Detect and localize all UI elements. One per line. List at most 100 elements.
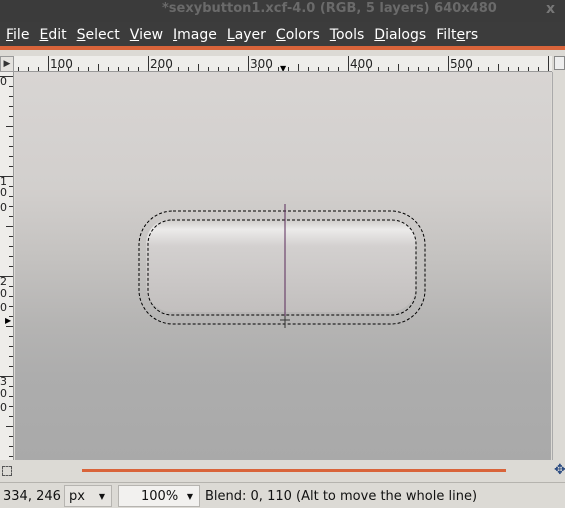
menu-select[interactable]: Select — [77, 27, 120, 43]
v-ruler-tick — [9, 316, 13, 317]
vertical-ruler[interactable]: 0 1 0 0 2 0 0 3 0 0 ▶ — [0, 72, 14, 460]
v-ruler-tick — [9, 146, 13, 147]
image-canvas[interactable] — [15, 72, 551, 460]
v-ruler-label: 0 — [0, 75, 7, 88]
v-ruler-tick — [9, 386, 13, 387]
h-ruler-tick — [508, 67, 509, 71]
menu-image[interactable]: Image — [173, 27, 217, 43]
h-ruler-tick — [158, 67, 159, 71]
h-ruler-tick — [78, 67, 79, 71]
h-ruler-tick — [538, 67, 539, 71]
v-ruler-tick — [6, 326, 13, 327]
h-ruler-tick — [338, 67, 339, 71]
menu-colors[interactable]: Colors — [276, 27, 320, 43]
v-ruler-tick — [9, 456, 13, 457]
h-ruler-tick — [308, 67, 309, 71]
h-ruler-tick — [178, 67, 179, 71]
zoom-selector[interactable]: 100% ▼ — [118, 485, 200, 507]
menu-bar: File Edit Select View Image Layer Colors… — [0, 22, 565, 50]
h-ruler-tick — [488, 67, 489, 71]
v-ruler-label: 0 — [0, 401, 7, 414]
h-ruler-tick — [238, 67, 239, 71]
v-ruler-tick — [9, 306, 13, 307]
h-ruler-tick — [398, 64, 399, 71]
h-ruler-tick — [118, 67, 119, 71]
v-ruler-label: 0 — [0, 301, 7, 314]
v-ruler-tick — [9, 446, 13, 447]
h-ruler-tick — [248, 56, 249, 71]
h-ruler-tick — [218, 67, 219, 71]
menu-filters[interactable]: Filters — [436, 27, 478, 43]
vertical-scrollbar[interactable] — [552, 72, 565, 460]
close-icon[interactable]: x — [546, 0, 555, 18]
h-ruler-tick — [428, 67, 429, 71]
unit-selector[interactable]: px ▼ — [64, 485, 112, 507]
h-ruler-tick — [368, 67, 369, 71]
h-ruler-tick — [358, 67, 359, 71]
v-ruler-tick — [0, 376, 13, 377]
ruler-corner-menu-button[interactable]: ▶ — [0, 56, 14, 72]
status-message: Blend: 0, 110 (Alt to move the whole lin… — [205, 489, 478, 504]
v-ruler-tick — [9, 116, 13, 117]
dropdown-arrow-icon: ▼ — [186, 492, 193, 501]
h-ruler-tick — [48, 56, 49, 71]
v-ruler-label: 0 — [0, 186, 7, 199]
menu-layer[interactable]: Layer — [227, 27, 266, 43]
v-ruler-tick — [9, 366, 13, 367]
h-ruler-tick — [458, 67, 459, 71]
v-ruler-tick — [9, 256, 13, 257]
unit-value: px — [69, 489, 85, 504]
quick-mask-icon[interactable] — [2, 466, 12, 476]
v-ruler-tick — [9, 106, 13, 107]
h-ruler-label: 300 — [250, 57, 273, 71]
menu-view[interactable]: View — [130, 27, 163, 43]
v-ruler-tick — [6, 226, 13, 227]
menu-dialogs[interactable]: Dialogs — [374, 27, 426, 43]
menu-file[interactable]: File — [6, 27, 29, 43]
h-ruler-tick — [108, 67, 109, 71]
gimp-image-window: *sexybutton1.xcf-4.0 (RGB, 5 layers) 640… — [0, 0, 565, 508]
h-ruler-tick — [498, 64, 499, 71]
v-ruler-tick — [6, 126, 13, 127]
v-ruler-tick — [9, 156, 13, 157]
dropdown-arrow-icon: ▼ — [98, 492, 105, 501]
v-ruler-tick — [9, 296, 13, 297]
h-ruler-tick — [198, 64, 199, 71]
zoom-toggle-icon[interactable] — [554, 56, 565, 70]
h-ruler-label: 100 — [50, 57, 73, 71]
pointer-coordinates: 334, 246 — [3, 489, 61, 504]
v-ruler-tick — [0, 76, 13, 77]
v-ruler-tick — [9, 286, 13, 287]
h-ruler-label: 400 — [350, 57, 373, 71]
horizontal-scrollbar-thumb[interactable] — [82, 469, 506, 472]
h-ruler-tick — [378, 67, 379, 71]
h-ruler-tick — [148, 56, 149, 71]
h-ruler-tick — [38, 67, 39, 71]
h-ruler-tick — [288, 67, 289, 71]
v-ruler-tick — [0, 276, 13, 277]
h-ruler-tick — [228, 67, 229, 71]
h-ruler-tick — [138, 67, 139, 71]
h-ruler-tick — [438, 67, 439, 71]
menu-tools[interactable]: Tools — [330, 27, 365, 43]
navigate-icon[interactable]: ✥ — [554, 462, 565, 478]
v-ruler-label: 0 — [0, 287, 7, 300]
h-ruler-tick — [278, 67, 279, 71]
h-ruler-tick — [188, 67, 189, 71]
h-ruler-tick — [258, 67, 259, 71]
h-ruler-label: 200 — [150, 57, 173, 71]
menu-edit[interactable]: Edit — [39, 27, 66, 43]
h-ruler-tick — [418, 67, 419, 71]
canvas-content — [138, 204, 426, 328]
horizontal-ruler[interactable]: 100 200 300 400 500 ▼ — [14, 56, 552, 72]
v-ruler-tick — [9, 206, 13, 207]
v-ruler-tick — [9, 346, 13, 347]
title-bar: *sexybutton1.xcf-4.0 (RGB, 5 layers) 640… — [0, 0, 565, 22]
h-ruler-tick — [318, 67, 319, 71]
h-ruler-tick — [548, 56, 549, 71]
v-ruler-tick — [6, 426, 13, 427]
h-ruler-tick — [88, 67, 89, 71]
v-ruler-tick — [9, 186, 13, 187]
window-title: *sexybutton1.xcf-4.0 (RGB, 5 layers) 640… — [162, 1, 497, 16]
h-ruler-tick — [328, 67, 329, 71]
